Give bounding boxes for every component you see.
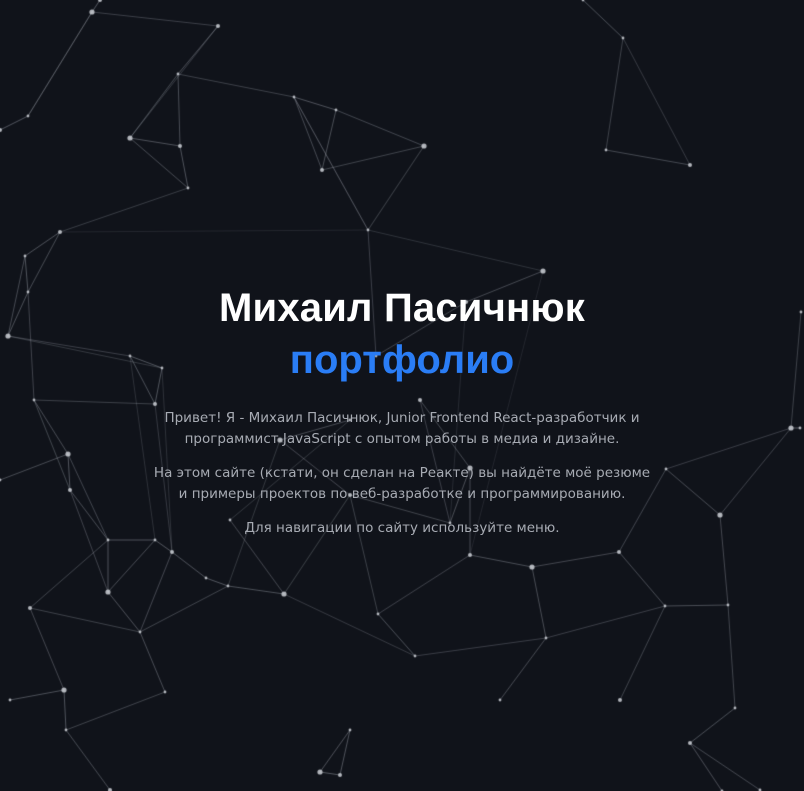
intro-paragraph: Привет! Я - Михаил Пасичнюк, Junior Fron…: [164, 410, 640, 447]
navigation-hint: Для навигации по сайту используйте меню.: [244, 520, 560, 536]
about-site-paragraph: На этом сайте (кстати, он сделан на Реак…: [153, 465, 651, 502]
page-title: Михаил Пасичнюк: [219, 286, 585, 330]
page-background: Михаил Пасичнюк портфолио Привет! Я - Ми…: [0, 0, 804, 791]
page-subtitle: портфолио: [289, 338, 515, 382]
hero-section: Михаил Пасичнюк портфолио Привет! Я - Ми…: [0, 282, 804, 539]
